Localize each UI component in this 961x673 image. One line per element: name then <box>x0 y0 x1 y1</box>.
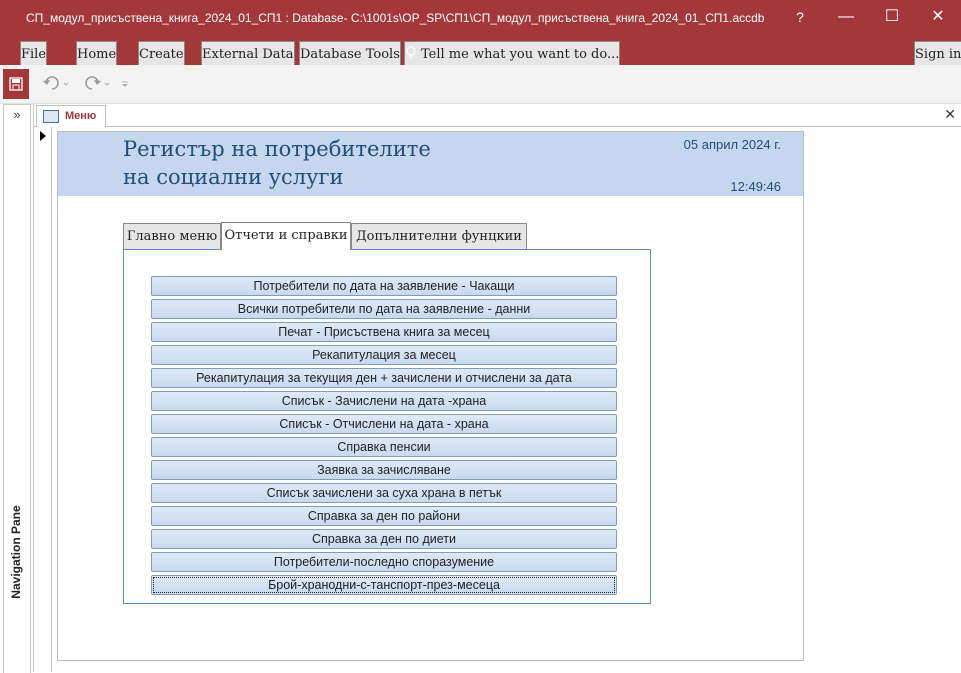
tab-home[interactable]: Home <box>76 41 118 67</box>
title-bar: СП_модул_присъствена_книга_2024_01_СП1 :… <box>0 0 961 34</box>
document-tab-bar: Меню ✕ <box>34 104 961 127</box>
report-button[interactable]: Брой-хранодни-с-танспорт-през-месеца <box>151 575 617 595</box>
lightbulb-icon <box>406 46 416 59</box>
form-icon <box>43 110 59 123</box>
redo-icon[interactable] <box>84 76 112 92</box>
navigation-pane-label: Navigation Pane <box>9 505 23 599</box>
form-date: 05 април 2024 г. <box>683 137 781 152</box>
tab-reports[interactable]: Отчети и справки <box>221 222 351 250</box>
tab-file[interactable]: File <box>20 41 48 67</box>
ribbon-tabs: File Home Create External Data Database … <box>0 34 961 67</box>
form-title-line1: Регистър на потребителите <box>123 137 431 161</box>
save-button[interactable] <box>3 69 29 99</box>
expand-nav-pane-button[interactable]: » <box>4 107 30 122</box>
report-button[interactable]: Списък - Отчислени на дата - храна <box>151 414 617 434</box>
sign-in-link[interactable]: Sign in <box>914 41 961 67</box>
customize-qat-icon[interactable] <box>120 79 130 89</box>
tab-additional-functions[interactable]: Допълнителни фунцкии <box>351 223 527 249</box>
navigation-pane[interactable]: » Navigation Pane <box>3 104 31 673</box>
tab-main-menu[interactable]: Главно меню <box>123 223 221 249</box>
tell-me-label: Tell me what you want to do... <box>421 47 620 62</box>
report-button[interactable]: Списък - Зачислени на дата -храна <box>151 391 617 411</box>
form-header: Регистър на потребителите на социални ус… <box>58 132 803 196</box>
report-button[interactable]: Справка пенсии <box>151 437 617 457</box>
close-window-button[interactable]: ✕ <box>923 6 953 28</box>
report-button[interactable]: Заявка за зачисляване <box>151 460 617 480</box>
form-title-line2: на социални услуги <box>123 165 344 189</box>
help-button[interactable]: ? <box>785 6 815 28</box>
reports-tab-page: Потребители по дата на заявление - Чакащ… <box>123 249 651 604</box>
close-document-button[interactable]: ✕ <box>944 106 956 123</box>
report-button[interactable]: Справка за ден по райони <box>151 506 617 526</box>
form-time: 12:49:46 <box>730 179 781 194</box>
report-button[interactable]: Рекапитулация за текущия ден + зачислени… <box>151 368 617 388</box>
window-title: СП_модул_присъствена_книга_2024_01_СП1 :… <box>26 11 766 25</box>
minimize-button[interactable]: — <box>831 6 861 28</box>
current-record-arrow-icon <box>40 131 46 141</box>
record-selector[interactable] <box>34 127 52 672</box>
menu-form: Регистър на потребителите на социални ус… <box>57 131 804 661</box>
document-tab-label: Меню <box>65 110 97 122</box>
maximize-button[interactable]: ☐ <box>877 6 907 28</box>
undo-icon[interactable] <box>42 76 70 92</box>
tab-create[interactable]: Create <box>138 41 185 67</box>
report-button[interactable]: Справка за ден по диети <box>151 529 617 549</box>
tab-external-data[interactable]: External Data <box>201 41 295 67</box>
document-area: Меню ✕ Регистър на потребителите на соци… <box>33 104 961 672</box>
quick-access-toolbar <box>0 65 961 104</box>
report-button[interactable]: Списък зачислени за суха храна в петък <box>151 483 617 503</box>
document-tab-menu[interactable]: Меню <box>36 105 106 127</box>
report-button[interactable]: Потребители-последно споразумение <box>151 552 617 572</box>
report-button[interactable]: Всички потребители по дата на заявление … <box>151 299 617 319</box>
tell-me-search[interactable]: Tell me what you want to do... <box>404 41 621 67</box>
report-button[interactable]: Потребители по дата на заявление - Чакащ… <box>151 276 617 296</box>
report-button[interactable]: Печат - Присъствена книга за месец <box>151 322 617 342</box>
report-button[interactable]: Рекапитулация за месец <box>151 345 617 365</box>
tab-database-tools[interactable]: Database Tools <box>299 41 401 67</box>
save-icon <box>9 77 23 91</box>
